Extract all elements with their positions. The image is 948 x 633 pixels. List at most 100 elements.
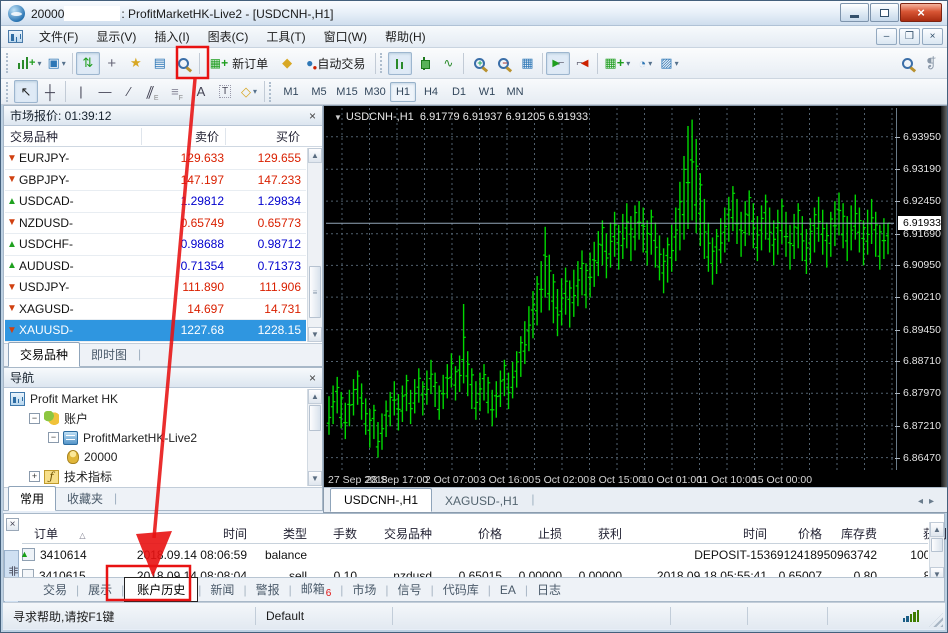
menu-item[interactable]: 工具(T)	[257, 26, 314, 47]
terminal-column-header[interactable]: 时间	[130, 525, 255, 542]
market-watch-close-icon[interactable]: ×	[309, 110, 316, 122]
periods-button[interactable]: ◔▾	[633, 52, 657, 75]
scroll-down-icon[interactable]: ▼	[308, 471, 322, 486]
chart-tab-xagusd[interactable]: XAGUSD-,H1	[432, 490, 531, 512]
terminal-column-header[interactable]: 订单 △	[22, 525, 130, 542]
zoom-in-button[interactable]: +	[467, 52, 491, 75]
timeframe-button-h4[interactable]: H4	[418, 82, 444, 102]
terminal-column-header[interactable]: 手数	[315, 525, 365, 542]
market-watch-row-gbpjpy[interactable]: ▼GBPJPY-147.197147.233	[5, 170, 306, 192]
market-watch-row-eurjpy[interactable]: ▼EURJPY-129.633129.655	[5, 148, 306, 170]
terminal-tab-6[interactable]: 市场	[343, 578, 385, 601]
scroll-up-icon[interactable]: ▲	[308, 389, 322, 404]
strategy-tester-button[interactable]	[172, 52, 196, 75]
shapes-tool-button[interactable]: ◇▾	[237, 80, 261, 103]
crosshair-tool-button[interactable]: ┼	[38, 80, 62, 103]
menu-item[interactable]: 图表(C)	[199, 26, 258, 47]
restore-button[interactable]	[870, 3, 899, 22]
timeframe-button-d1[interactable]: D1	[446, 82, 472, 102]
tab-symbols[interactable]: 交易品种	[8, 342, 80, 367]
menu-item[interactable]: 窗口(W)	[315, 26, 376, 47]
auto-scroll-button[interactable]: ▶⌐	[546, 52, 570, 75]
terminal-column-header[interactable]: 时间	[630, 525, 775, 542]
menu-item[interactable]: 显示(V)	[87, 26, 145, 47]
bar-chart-button[interactable]	[388, 52, 412, 75]
text-label-tool-button[interactable]: T	[213, 80, 237, 103]
timeframe-button-m1[interactable]: M1	[278, 82, 304, 102]
terminal-tab-0[interactable]: 交易	[34, 578, 76, 601]
timeframe-button-m30[interactable]: M30	[362, 82, 388, 102]
chart-window[interactable]: ▼USDCNH-,H1 6.91779 6.91937 6.91205 6.91…	[323, 105, 948, 513]
title-bar[interactable]: 20000: ProfitMarketHK-Live2 - [USDCNH-,H…	[1, 1, 947, 26]
scroll-down-icon[interactable]: ▼	[308, 327, 322, 342]
terminal-tab-2[interactable]: 账户历史	[124, 577, 198, 602]
market-watch-row-xagusd[interactable]: ▼XAGUSD-14.69714.731	[5, 299, 306, 321]
line-chart-button[interactable]: ∿	[436, 52, 460, 75]
tree-item-profit-market-hk[interactable]: Profit Market HK	[6, 389, 305, 409]
chart-plot[interactable]: ▼USDCNH-,H1 6.91779 6.91937 6.91205 6.91…	[326, 108, 894, 470]
new-order-button[interactable]: ▦+新订单	[203, 52, 275, 75]
timeframe-button-h1[interactable]: H1	[390, 82, 416, 102]
cursor-tool-button[interactable]: ↖	[14, 80, 38, 103]
tree-item-profitmarkethk-live2[interactable]: −ProfitMarketHK-Live2	[6, 428, 305, 448]
metaeditor-button[interactable]: ◆	[275, 52, 299, 75]
menu-item[interactable]: 文件(F)	[30, 26, 87, 47]
market-watch-title[interactable]: 市场报价: 01:39:12 ×	[4, 106, 322, 126]
terminal-tab-4[interactable]: 警报	[247, 578, 289, 601]
chart-window-icon[interactable]	[8, 30, 23, 43]
terminal-column-header[interactable]: 价格	[775, 525, 830, 542]
timeframe-button-m15[interactable]: M15	[334, 82, 360, 102]
terminal-column-header[interactable]: 交易品种	[365, 525, 440, 542]
market-watch-row-usdjpy[interactable]: ▼USDJPY-111.890111.906	[5, 277, 306, 299]
market-watch-header[interactable]: 交易品种 卖价 买价	[4, 126, 322, 147]
navigator-toggle-button[interactable]: ★	[124, 52, 148, 75]
chat-icon[interactable]: ❡	[925, 55, 937, 72]
terminal-column-header[interactable]: 获利	[570, 525, 630, 542]
trendline-tool-button[interactable]: ∕	[117, 80, 141, 103]
timeframe-button-m5[interactable]: M5	[306, 82, 332, 102]
terminal-tab-10[interactable]: 日志	[528, 578, 570, 601]
toolbar-grip[interactable]	[6, 53, 11, 73]
terminal-tab-7[interactable]: 信号	[389, 578, 431, 601]
vertical-line-tool-button[interactable]: |	[69, 80, 93, 103]
tree-item-20000[interactable]: 20000	[6, 448, 305, 468]
terminal-column-header[interactable]: 价格	[440, 525, 510, 542]
new-chart-button[interactable]: +▾	[14, 52, 44, 75]
tab-scroll-right-icon[interactable]: ▸	[929, 496, 940, 507]
tab-tick-chart[interactable]: 即时图	[80, 343, 138, 366]
scroll-up-icon[interactable]: ▲	[308, 148, 322, 163]
market-watch-row-usdchf[interactable]: ▲USDCHF-0.986880.98712	[5, 234, 306, 256]
terminal-tab-5[interactable]: 邮箱6	[292, 577, 341, 602]
terminal-toggle-button[interactable]: ▤	[148, 52, 172, 75]
tab-scroll-left-icon[interactable]: ◂	[918, 496, 929, 507]
terminal-close-icon[interactable]: ×	[6, 518, 19, 531]
zoom-out-button[interactable]: −	[491, 52, 515, 75]
menu-item[interactable]: 帮助(H)	[376, 26, 435, 47]
market-watch-row-usdcad[interactable]: ▲USDCAD-1.298121.29834	[5, 191, 306, 213]
chart-dropdown-icon[interactable]: ▼	[334, 113, 342, 122]
fibonacci-tool-button[interactable]: ≡F	[165, 80, 189, 103]
child-close-button[interactable]: ×	[922, 28, 943, 45]
indicators-button[interactable]: ▦+▾	[601, 52, 633, 75]
timeframe-button-mn[interactable]: MN	[502, 82, 528, 102]
menu-item[interactable]: 插入(I)	[145, 26, 198, 47]
tab-common[interactable]: 常用	[8, 486, 56, 511]
navigator-scrollbar[interactable]: ▲ ▼	[307, 389, 322, 486]
chart-tab-usdcnh[interactable]: USDCNH-,H1	[330, 488, 432, 512]
tab-favorites[interactable]: 收藏夹	[56, 487, 114, 510]
resize-grip[interactable]	[929, 613, 943, 627]
channel-tool-button[interactable]: ∥E	[141, 80, 165, 103]
terminal-header[interactable]: 订单 △时间类型手数交易品种价格止损获利时间价格库存费获利	[22, 524, 928, 544]
close-button[interactable]: ×	[900, 3, 942, 22]
market-watch-row-xauusd[interactable]: ▼XAUUSD-1227.681228.15	[5, 320, 306, 342]
market-watch-row-nzdusd[interactable]: ▼NZDUSD-0.657490.65773	[5, 213, 306, 235]
collapse-icon[interactable]: −	[48, 432, 59, 443]
horizontal-line-tool-button[interactable]: —	[93, 80, 117, 103]
history-row-balance[interactable]: ▲3410614 2018.09.14 08:06:59 balance DEP…	[22, 544, 928, 565]
search-icon[interactable]	[902, 58, 913, 69]
terminal-tab-3[interactable]: 新闻	[201, 578, 243, 601]
terminal-tab-8[interactable]: 代码库	[434, 578, 488, 601]
minimize-button[interactable]	[840, 3, 869, 22]
terminal-column-header[interactable]: 库存费	[830, 525, 885, 542]
autotrading-button[interactable]: ●●自动交易	[299, 52, 372, 75]
